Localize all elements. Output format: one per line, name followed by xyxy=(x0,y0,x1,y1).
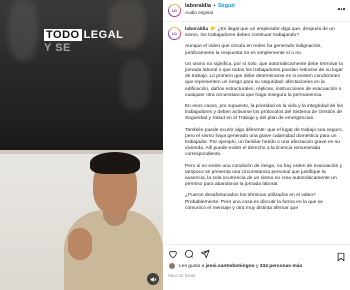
speaker-hand xyxy=(68,228,92,260)
bookmark-icon xyxy=(337,252,345,262)
video-wall-strip xyxy=(0,150,163,154)
video-scene-top xyxy=(0,0,163,150)
more-options-icon[interactable] xyxy=(338,6,347,12)
save-button[interactable] xyxy=(336,249,346,267)
heart-icon[interactable] xyxy=(168,249,178,259)
video-player[interactable]: TODO LEGAL Y SE xyxy=(0,0,163,290)
caption-username[interactable]: laboraldia xyxy=(185,27,208,32)
caption-body: Aunque el video que circula en redes ha … xyxy=(168,44,344,212)
overlay-line-2: Y SE xyxy=(44,42,71,54)
action-icon-row xyxy=(168,249,210,259)
video-caption-overlay: TODO LEGAL Y SE xyxy=(44,29,123,55)
header-user-block: laboraldia • Seguir Audio original xyxy=(185,3,235,16)
liker-avatar xyxy=(168,262,176,270)
caption-paragraph: También puede ocurrir algo diferente: qu… xyxy=(185,127,343,158)
caption-paragraph: Pero si no existe una condición de riesg… xyxy=(185,163,343,188)
post-actions: Les gusta a jessi.santodomingoo y 334 pe… xyxy=(163,244,350,290)
likes-count[interactable]: 334 personas más xyxy=(260,264,302,269)
background-person xyxy=(120,60,150,110)
author-avatar[interactable]: LD xyxy=(168,4,181,17)
post-timestamp[interactable]: Hace 22 horas xyxy=(168,273,195,278)
audio-label[interactable]: Audio original xyxy=(185,10,235,16)
speaker-muted-icon xyxy=(150,276,157,282)
share-icon[interactable] xyxy=(200,249,210,259)
liker-username[interactable]: jessi.santodomingoo xyxy=(206,264,255,269)
mute-button[interactable] xyxy=(147,273,159,285)
author-username[interactable]: laboraldia xyxy=(185,3,211,9)
caption-avatar[interactable]: LD xyxy=(168,27,181,40)
follow-button[interactable]: Seguir xyxy=(218,3,235,9)
overlay-highlight-word: TODO xyxy=(44,29,82,41)
caption-paragraph: Aunque el video que circula en redes ha … xyxy=(185,44,322,56)
speaker-hair xyxy=(90,152,140,174)
post-header: LD laboraldia • Seguir Audio original xyxy=(163,0,350,22)
comment-icon[interactable] xyxy=(184,249,194,259)
overlay-word: LEGAL xyxy=(83,29,124,41)
avatar-initials: LD xyxy=(169,28,180,39)
dot-separator: • xyxy=(213,3,216,9)
likes-summary[interactable]: Les gusta a jessi.santodomingoo y 334 pe… xyxy=(168,262,302,270)
caption-paragraph: Un sismo no significa, por sí solo, que … xyxy=(185,61,343,98)
caption-paragraph: En esos casos, por supuesto, la priorida… xyxy=(185,104,343,122)
likes-prefix: Les gusta a xyxy=(179,263,205,269)
avatar-initials: LD xyxy=(169,5,180,16)
caption-paragraph: ¿Fueron desafortunados los términos util… xyxy=(185,193,323,211)
caption-first-paragraph: laboraldia 👉 ¿Es ilegal que un empleador … xyxy=(185,27,344,44)
caption-area[interactable]: LD laboraldia 👉 ¿Es ilegal que un emplead… xyxy=(163,22,350,244)
caption-header: LD laboraldia 👉 ¿Es ilegal que un emplead… xyxy=(168,27,344,44)
background-person xyxy=(8,0,38,60)
likes-joiner: y xyxy=(255,263,259,269)
post-panel: LD laboraldia • Seguir Audio original LD… xyxy=(163,0,350,290)
